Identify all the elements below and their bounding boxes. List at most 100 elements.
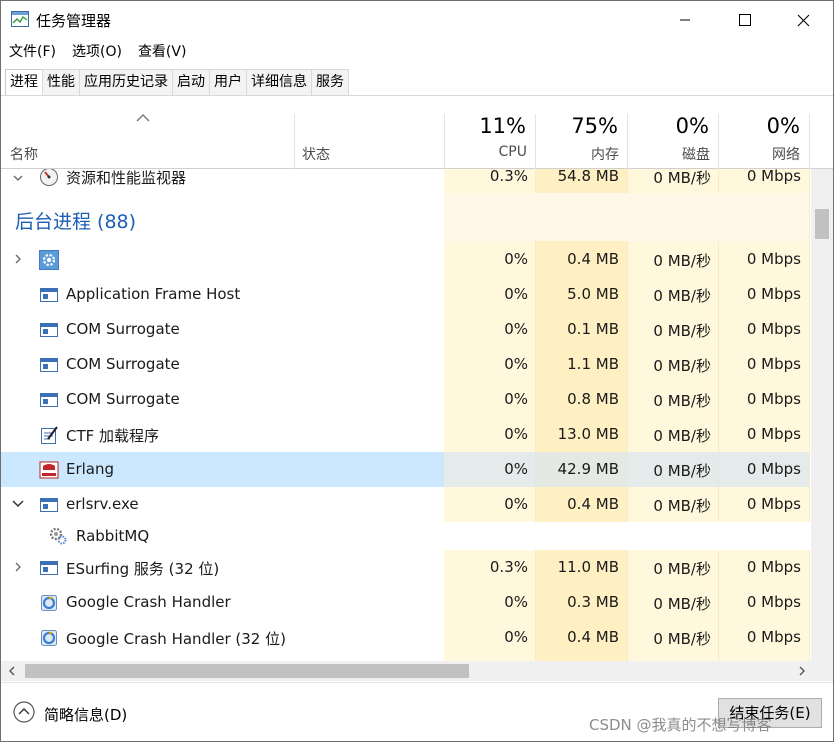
menu-bar: 文件(F) 选项(O) 查看(V) [1, 40, 194, 64]
process-name: Application Frame Host [66, 285, 241, 303]
tab-processes[interactable]: 进程 [5, 69, 43, 95]
column-divider[interactable] [294, 114, 295, 169]
process-name: COM Surrogate [66, 390, 180, 408]
maximize-button[interactable] [715, 1, 775, 39]
tab-performance[interactable]: 性能 [42, 69, 80, 95]
memory-value: 5.0 MB [567, 285, 619, 303]
table-row[interactable]: COM Surrogate 0% 1.1 MB 0 MB/秒 0 Mbps [1, 347, 809, 382]
chevron-up-circle-icon[interactable] [13, 701, 35, 723]
tab-details[interactable]: 详细信息 [246, 69, 312, 95]
memory-percent[interactable]: 75% [535, 114, 618, 138]
disk-percent[interactable]: 0% [627, 114, 709, 138]
app-window-icon [40, 358, 58, 372]
memory-value: 0.4 MB [567, 250, 619, 268]
service-name: RabbitMQ [76, 527, 150, 545]
table-row[interactable]: 0% 0.4 MB 0 MB/秒 0 Mbps [1, 242, 809, 277]
close-icon [797, 14, 809, 26]
pen-notepad-icon [41, 426, 58, 444]
close-button[interactable] [773, 1, 833, 39]
child-row-bg [444, 522, 810, 550]
cpu-value: 0% [504, 285, 528, 303]
column-memory[interactable]: 内存 [535, 144, 619, 164]
table-row[interactable]: Google Crash Handler 0% 0.3 MB 0 MB/秒 0 … [1, 585, 809, 620]
cpu-value: 0% [504, 495, 528, 513]
app-window-icon [40, 498, 58, 512]
memory-value: 0.4 MB [567, 495, 619, 513]
task-manager-icon [11, 11, 29, 27]
disk-value: 0 MB/秒 [653, 427, 711, 445]
app-window-icon [40, 561, 58, 575]
table-row[interactable]: erlsrv.exe 0% 0.4 MB 0 MB/秒 0 Mbps [1, 487, 809, 522]
table-row[interactable]: 资源和性能监视器 0.3% 54.8 MB 0 MB/秒 0 Mbps [1, 169, 809, 194]
app-window-icon [40, 323, 58, 337]
chevron-down-icon[interactable] [11, 171, 25, 185]
minimize-button[interactable] [655, 1, 715, 39]
maximize-icon [739, 14, 751, 26]
network-value: 0 Mbps [746, 355, 801, 373]
column-disk[interactable]: 磁盘 [627, 144, 710, 164]
disk-value: 0 MB/秒 [653, 462, 711, 480]
cpu-value: 0% [504, 425, 528, 443]
footer-bar: 简略信息(D) 结束任务(E) CSDN @我真的不想写博客 [1, 682, 833, 741]
sort-ascending-icon[interactable] [135, 113, 151, 123]
disk-value: 0 MB/秒 [653, 357, 711, 375]
table-row[interactable]: COM Surrogate 0% 0.8 MB 0 MB/秒 0 Mbps [1, 382, 809, 417]
horizontal-scrollbar[interactable] [1, 661, 833, 681]
gear-icon [39, 250, 59, 270]
group-title-background-processes[interactable]: 后台进程 (88) [15, 207, 136, 234]
table-row[interactable]: Google Crash Handler (32 位) 0% 0.4 MB 0 … [1, 620, 809, 655]
column-name[interactable]: 名称 [10, 144, 38, 164]
tab-app-history[interactable]: 应用历史记录 [79, 69, 173, 95]
menu-options[interactable]: 选项(O) [64, 40, 130, 64]
tab-startup[interactable]: 启动 [172, 69, 210, 95]
title-bar[interactable]: 任务管理器 [1, 1, 833, 39]
cpu-value: 0% [504, 628, 528, 646]
menu-file[interactable]: 文件(F) [1, 40, 64, 64]
process-name: CTF 加载程序 [66, 427, 160, 445]
chevron-right-icon[interactable] [11, 252, 25, 266]
cpu-value: 0.3% [489, 169, 528, 185]
vertical-scrollbar[interactable] [811, 169, 833, 661]
column-status[interactable]: 状态 [302, 144, 330, 164]
process-name: COM Surrogate [66, 320, 180, 338]
table-row[interactable]: Application Frame Host 0% 5.0 MB 0 MB/秒 … [1, 277, 809, 312]
column-cpu[interactable]: CPU [444, 144, 527, 160]
cpu-percent[interactable]: 11% [444, 114, 526, 138]
network-value: 0 Mbps [746, 593, 801, 611]
memory-value: 1.1 MB [567, 355, 619, 373]
cpu-value: 0.3% [489, 558, 528, 576]
memory-value: 0.1 MB [567, 320, 619, 338]
disk-value: 0 MB/秒 [653, 169, 711, 187]
task-manager-window: 任务管理器 文件(F) 选项(O) 查看(V) 进程 性能 应用历史记录 启动 … [0, 0, 834, 742]
process-name: Google Crash Handler [66, 593, 231, 611]
table-row[interactable]: COM Surrogate 0% 0.1 MB 0 MB/秒 0 Mbps [1, 312, 809, 347]
network-percent[interactable]: 0% [718, 114, 800, 138]
vertical-scroll-thumb[interactable] [815, 209, 829, 239]
chevron-right-icon[interactable] [11, 560, 25, 574]
cpu-value: 0% [504, 320, 528, 338]
column-divider [809, 114, 810, 169]
app-window-icon [40, 288, 58, 302]
disk-value: 0 MB/秒 [653, 560, 711, 578]
column-network[interactable]: 网络 [718, 144, 800, 164]
disk-value: 0 MB/秒 [653, 252, 711, 270]
network-value: 0 Mbps [746, 285, 801, 303]
tab-services[interactable]: 服务 [311, 69, 349, 95]
chevron-down-icon[interactable] [11, 497, 25, 511]
google-update-icon [41, 595, 57, 611]
group-header-bg [444, 193, 809, 241]
table-row[interactable]: CTF 加载程序 0% 13.0 MB 0 MB/秒 0 Mbps [1, 417, 809, 452]
process-list[interactable]: 资源和性能监视器 0.3% 54.8 MB 0 MB/秒 0 Mbps 后台进程… [1, 169, 811, 661]
table-row-selected[interactable]: Erlang 0% 42.9 MB 0 MB/秒 0 Mbps [1, 452, 809, 487]
tab-users[interactable]: 用户 [209, 69, 247, 95]
cpu-value: 0% [504, 593, 528, 611]
scroll-right-icon[interactable] [795, 664, 809, 678]
table-row[interactable]: ESurfing 服务 (32 位) 0.3% 11.0 MB 0 MB/秒 0… [1, 550, 809, 585]
minimize-icon [680, 19, 690, 21]
fewer-details-link[interactable]: 简略信息(D) [44, 704, 127, 725]
child-row[interactable]: RabbitMQ [1, 522, 810, 550]
horizontal-scroll-thumb[interactable] [25, 664, 469, 678]
menu-view[interactable]: 查看(V) [130, 40, 195, 64]
scroll-left-icon[interactable] [5, 664, 19, 678]
network-value: 0 Mbps [746, 558, 801, 576]
